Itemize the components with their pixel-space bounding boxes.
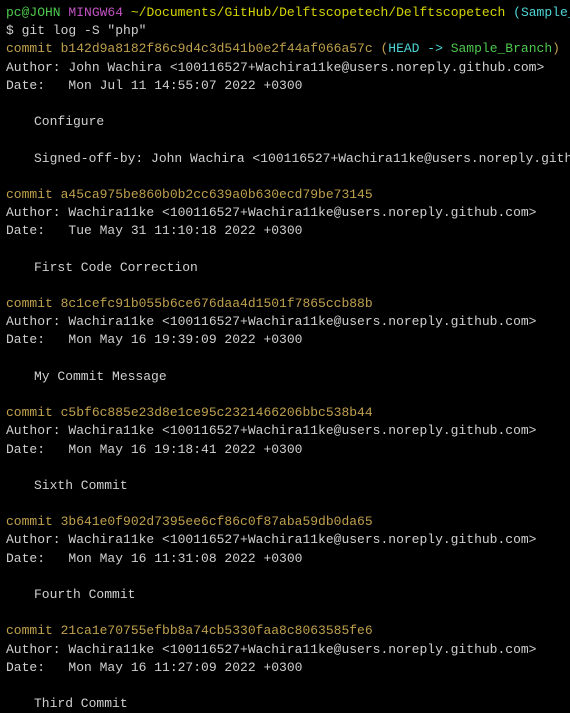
commit-date: Date: Tue May 31 11:10:18 2022 +0300: [6, 222, 564, 240]
commit-hash: b142d9a8182f86c9d4c3d541b0e2f44af066a57c: [61, 41, 373, 56]
head-close: ): [552, 41, 560, 56]
commit-header: commit a45ca975be860b0b2cc639a0b630ecd79…: [6, 186, 564, 204]
commit-header: commit b142d9a8182f86c9d4c3d541b0e2f44af…: [6, 40, 564, 58]
commit-message: Configure: [6, 113, 564, 131]
commit-author: Author: Wachira11ke <100116527+Wachira11…: [6, 313, 564, 331]
commit-header: commit 8c1cefc91b055b6ce676daa4d1501f786…: [6, 295, 564, 313]
commit-hash: a45ca975be860b0b2cc639a0b630ecd79be73145: [61, 187, 373, 202]
blank-line: [6, 386, 564, 404]
commit-hash: 21ca1e70755efbb8a74cb5330faa8c8063585fe6: [61, 623, 373, 638]
commit-header: commit c5bf6c885e23d8e1ce95c2321466206bb…: [6, 404, 564, 422]
commit-message: My Commit Message: [6, 368, 564, 386]
commit-label: commit: [6, 187, 61, 202]
commit-label: commit: [6, 405, 61, 420]
commit-date: Date: Mon May 16 11:27:09 2022 +0300: [6, 659, 564, 677]
commit-author: Author: Wachira11ke <100116527+Wachira11…: [6, 641, 564, 659]
commit-label: commit: [6, 623, 61, 638]
blank-line: [6, 168, 564, 186]
prompt-branch: Sample_Branch: [521, 5, 570, 20]
head-branch: Sample_Branch: [451, 41, 552, 56]
blank-line: [6, 495, 564, 513]
commit-author: Author: Wachira11ke <100116527+Wachira11…: [6, 422, 564, 440]
commit-date: Date: Mon May 16 11:31:08 2022 +0300: [6, 550, 564, 568]
commit-signoff: Signed-off-by: John Wachira <100116527+W…: [6, 150, 564, 168]
blank-line: [6, 459, 564, 477]
head-label: HEAD ->: [388, 41, 450, 56]
prompt-path: ~/Documents/GitHub/Delftscopetech/Delfts…: [131, 5, 505, 20]
commit-hash: c5bf6c885e23d8e1ce95c2321466206bbc538b44: [61, 405, 373, 420]
blank-line: [6, 277, 564, 295]
commit-message: Sixth Commit: [6, 477, 564, 495]
prompt-line: pc@JOHN MINGW64 ~/Documents/GitHub/Delft…: [6, 4, 564, 22]
blank-line: [6, 677, 564, 695]
commit-message: First Code Correction: [6, 259, 564, 277]
blank-line: [6, 568, 564, 586]
commit-label: commit: [6, 296, 61, 311]
commit-author: Author: John Wachira <100116527+Wachira1…: [6, 59, 564, 77]
blank-line: [6, 604, 564, 622]
commit-date: Date: Mon May 16 19:18:41 2022 +0300: [6, 441, 564, 459]
commit-message: Fourth Commit: [6, 586, 564, 604]
commit-label: commit: [6, 41, 61, 56]
commit-message: Third Commit: [6, 695, 564, 713]
commit-author: Author: Wachira11ke <100116527+Wachira11…: [6, 531, 564, 549]
head-open: (: [373, 41, 389, 56]
prompt-branch-open: (: [513, 5, 521, 20]
commit-hash: 8c1cefc91b055b6ce676daa4d1501f7865ccb88b: [61, 296, 373, 311]
prompt-user-host: pc@JOHN: [6, 5, 61, 20]
commit-label: commit: [6, 514, 61, 529]
commit-hash: 3b641e0f902d7395ee6cf86c0f87aba59db0da65: [61, 514, 373, 529]
blank-line: [6, 131, 564, 149]
commit-header: commit 21ca1e70755efbb8a74cb5330faa8c806…: [6, 622, 564, 640]
blank-line: [6, 240, 564, 258]
commit-author: Author: Wachira11ke <100116527+Wachira11…: [6, 204, 564, 222]
command-line[interactable]: $ git log -S "php": [6, 22, 564, 40]
blank-line: [6, 95, 564, 113]
blank-line: [6, 350, 564, 368]
commit-header: commit 3b641e0f902d7395ee6cf86c0f87aba59…: [6, 513, 564, 531]
commit-date: Date: Mon Jul 11 14:55:07 2022 +0300: [6, 77, 564, 95]
prompt-env: MINGW64: [68, 5, 123, 20]
commit-date: Date: Mon May 16 19:39:09 2022 +0300: [6, 331, 564, 349]
